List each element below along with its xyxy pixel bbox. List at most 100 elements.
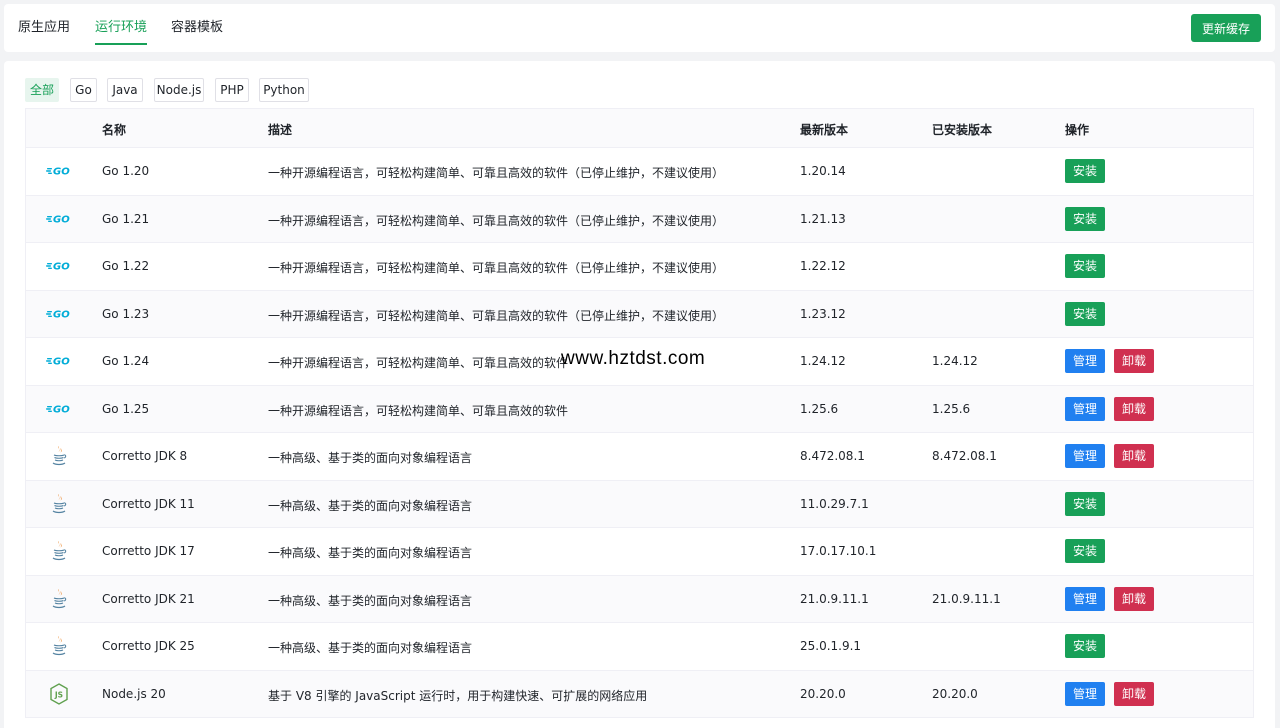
installed-version: 8.472.08.1 xyxy=(932,449,997,463)
runtime-description: 一种开源编程语言，可轻松构建简单、可靠且高效的软件（已停止维护，不建议使用） xyxy=(268,261,725,275)
installed-version: 20.20.0 xyxy=(932,686,978,701)
uninstall-button[interactable]: 卸载 xyxy=(1114,444,1155,468)
runtime-description: 一种高级、基于类的面向对象编程语言 xyxy=(268,593,473,608)
runtime-name: Corretto JDK 8 xyxy=(102,449,188,463)
svg-text:GO: GO xyxy=(53,167,70,178)
go-icon: GO xyxy=(46,159,72,183)
svg-text:GO: GO xyxy=(53,309,70,320)
runtime-description: 一种开源编程语言，可轻松构建简单、可靠且高效的软件（已停止维护，不建议使用） xyxy=(268,308,725,323)
runtime-description: 一种高级、基于类的面向对象编程语言 xyxy=(268,451,473,465)
install-button[interactable]: 安装 xyxy=(1065,159,1106,183)
install-button[interactable]: 安装 xyxy=(1065,301,1106,326)
table-row: GO Go 1.22 一种开源编程语言，可轻松构建简单、可靠且高效的软件（已停止维护… xyxy=(26,243,1253,291)
runtime-panel: 全部 Go Java Node.js PHP Python 名称 描述 最新版本… xyxy=(4,61,1275,728)
column-actions: 操作 xyxy=(1065,123,1090,137)
table-row: GO Go 1.20 一种开源编程语言，可轻松构建简单、可靠且高效的软件（已停止维护… xyxy=(26,148,1253,196)
go-icon: GO xyxy=(46,349,72,373)
tab-runtime-env[interactable]: 运行环境 xyxy=(95,19,148,45)
runtime-name: Go 1.25 xyxy=(102,401,150,416)
runtime-table: 名称 描述 最新版本 已安装版本 操作 GO Go 1.20 一种开源编程语言，可轻… xyxy=(25,108,1254,718)
manage-button[interactable]: 管理 xyxy=(1065,396,1106,421)
latest-version: 1.20.14 xyxy=(800,164,846,178)
table-row: GO Go 1.25 一种开源编程语言，可轻松构建简单、可靠且高效的软件 1.25.6… xyxy=(26,385,1253,433)
column-latest-version: 最新版本 xyxy=(800,123,849,137)
runtime-description: 一种开源编程语言，可轻松构建简单、可靠且高效的软件 xyxy=(268,356,569,370)
runtime-description: 一种高级、基于类的面向对象编程语言 xyxy=(268,546,473,560)
top-bar: 原生应用 运行环境 容器模板 更新缓存 xyxy=(4,4,1275,52)
table-row: Corretto JDK 11 一种高级、基于类的面向对象编程语言 11.0.29.… xyxy=(26,480,1253,528)
runtime-name: Go 1.20 xyxy=(102,164,150,178)
column-description: 描述 xyxy=(268,123,293,137)
latest-version: 1.22.12 xyxy=(800,259,846,273)
table-row: Corretto JDK 21 一种高级、基于类的面向对象编程语言 21.0.9.1… xyxy=(26,575,1253,623)
uninstall-button[interactable]: 卸载 xyxy=(1114,681,1155,706)
latest-version: 1.23.12 xyxy=(800,306,846,321)
runtime-name: Corretto JDK 17 xyxy=(102,544,195,558)
runtime-name: Corretto JDK 21 xyxy=(102,591,195,606)
uninstall-button[interactable]: 卸载 xyxy=(1114,349,1155,373)
runtime-name: Go 1.22 xyxy=(102,259,150,273)
runtime-name: Go 1.24 xyxy=(102,354,150,368)
column-name: 名称 xyxy=(102,123,127,137)
latest-version: 1.24.12 xyxy=(800,354,846,368)
install-button[interactable]: 安装 xyxy=(1065,254,1106,278)
go-icon: GO xyxy=(46,302,72,326)
latest-version: 25.0.1.9.1 xyxy=(800,639,862,653)
install-button[interactable]: 安装 xyxy=(1065,206,1106,231)
tab-container-templates[interactable]: 容器模板 xyxy=(171,19,223,37)
latest-version: 11.0.29.7.1 xyxy=(800,496,869,511)
manage-button[interactable]: 管理 xyxy=(1065,586,1106,611)
java-icon xyxy=(46,634,72,658)
latest-version: 21.0.9.11.1 xyxy=(800,591,869,606)
manage-button[interactable]: 管理 xyxy=(1065,444,1106,468)
java-icon xyxy=(46,539,72,563)
uninstall-button[interactable]: 卸载 xyxy=(1114,586,1155,611)
filter-all[interactable]: 全部 xyxy=(25,78,59,102)
installed-version: 1.25.6 xyxy=(932,401,971,416)
refresh-cache-button[interactable]: 更新缓存 xyxy=(1191,14,1261,42)
go-icon: GO xyxy=(46,254,72,278)
table-body: GO Go 1.20 一种开源编程语言，可轻松构建简单、可靠且高效的软件（已停止维护… xyxy=(26,148,1253,718)
svg-text:GO: GO xyxy=(53,357,70,368)
filter-php[interactable]: PHP xyxy=(215,78,249,102)
column-installed-version: 已安装版本 xyxy=(932,123,993,137)
installed-version: 21.0.9.11.1 xyxy=(932,591,1001,606)
latest-version: 1.25.6 xyxy=(800,401,839,416)
filter-python[interactable]: Python xyxy=(259,78,309,102)
java-icon xyxy=(46,587,72,611)
manage-button[interactable]: 管理 xyxy=(1065,349,1106,373)
runtime-name: Corretto JDK 11 xyxy=(102,496,195,511)
tab-native-apps[interactable]: 原生应用 xyxy=(18,19,70,37)
nodejs-icon: JS xyxy=(46,682,72,706)
go-icon: GO xyxy=(46,207,72,231)
table-row: GO Go 1.21 一种开源编程语言，可轻松构建简单、可靠且高效的软件（已停止维护… xyxy=(26,195,1253,243)
runtime-name: Corretto JDK 25 xyxy=(102,639,195,653)
installed-version: 1.24.12 xyxy=(932,354,978,368)
svg-text:JS: JS xyxy=(54,690,63,699)
latest-version: 20.20.0 xyxy=(800,686,846,701)
manage-button[interactable]: 管理 xyxy=(1065,681,1106,706)
runtime-description: 一种开源编程语言，可轻松构建简单、可靠且高效的软件（已停止维护，不建议使用） xyxy=(268,166,725,180)
watermark: www.hztdst.com xyxy=(561,348,706,369)
java-icon xyxy=(46,444,72,468)
runtime-name: Go 1.23 xyxy=(102,306,150,321)
latest-version: 17.0.17.10.1 xyxy=(800,544,877,558)
install-button[interactable]: 安装 xyxy=(1065,634,1106,658)
table-row: JS Node.js 20 基于 V8 引擎的 JavaScript 运行时，用于构… xyxy=(26,670,1253,718)
go-icon: GO xyxy=(46,397,72,421)
table-header: 名称 描述 最新版本 已安装版本 操作 xyxy=(26,108,1253,148)
runtime-description: 一种开源编程语言，可轻松构建简单、可靠且高效的软件 xyxy=(268,403,569,418)
runtime-description: 基于 V8 引擎的 JavaScript 运行时，用于构建快速、可扩展的网络应用 xyxy=(268,688,648,703)
table-row: Corretto JDK 17 一种高级、基于类的面向对象编程语言 17.0.17.… xyxy=(26,528,1253,576)
table-row: Corretto JDK 8 一种高级、基于类的面向对象编程语言 8.472.08.… xyxy=(26,433,1253,481)
runtime-name: Node.js 20 xyxy=(102,686,166,701)
uninstall-button[interactable]: 卸载 xyxy=(1114,396,1155,421)
runtime-description: 一种开源编程语言，可轻松构建简单、可靠且高效的软件（已停止维护，不建议使用） xyxy=(268,213,725,228)
install-button[interactable]: 安装 xyxy=(1065,491,1106,516)
filter-nodejs[interactable]: Node.js xyxy=(154,78,204,102)
filter-java[interactable]: Java xyxy=(107,78,143,102)
svg-text:GO: GO xyxy=(53,262,70,273)
filter-go[interactable]: Go xyxy=(70,78,97,102)
runtime-description: 一种高级、基于类的面向对象编程语言 xyxy=(268,498,473,513)
install-button[interactable]: 安装 xyxy=(1065,539,1106,563)
